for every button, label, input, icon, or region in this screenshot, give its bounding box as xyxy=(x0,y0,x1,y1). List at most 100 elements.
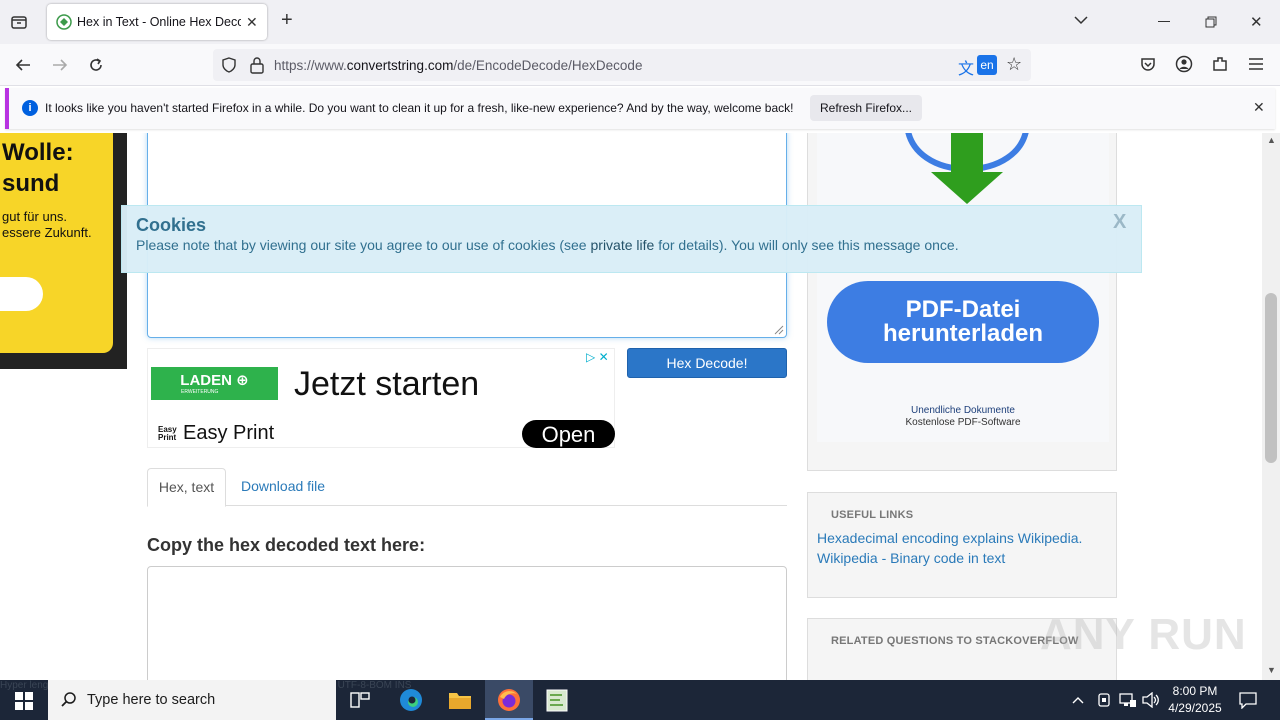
site-favicon-icon xyxy=(56,14,72,30)
pdf-button-line1: PDF-Datei xyxy=(905,296,1021,323)
file-explorer-icon[interactable] xyxy=(448,689,472,716)
ad-headline: Jetzt starten xyxy=(294,365,480,403)
left-ad-panel: Wolle: sund gut für uns. essere Zukunft. xyxy=(0,133,113,353)
show-hidden-icons-chevron-icon[interactable] xyxy=(1071,693,1085,712)
url-path: /de/EncodeDecode/HexDecode xyxy=(453,58,643,73)
left-ad-text: gut für uns. essere Zukunft. xyxy=(2,209,92,241)
reload-icon[interactable] xyxy=(87,56,105,79)
clock-time: 8:00 PM xyxy=(1172,684,1218,698)
tab-hex-text[interactable]: Hex, text xyxy=(147,468,226,507)
left-ad-line4: essere Zukunft. xyxy=(2,225,92,240)
action-center-icon[interactable] xyxy=(1239,691,1257,714)
ad-open-button[interactable]: Open xyxy=(522,420,615,448)
list-tabs-chevron-icon[interactable] xyxy=(1073,12,1089,33)
cookie-text-before: Please note that by viewing our site you… xyxy=(136,237,591,253)
tab-title: Hex in Text - Online Hex Decoder xyxy=(77,15,241,29)
restore-icon[interactable] xyxy=(1205,15,1217,33)
left-ad-line3: gut für uns. xyxy=(2,209,68,224)
minimize-icon[interactable] xyxy=(1158,21,1170,22)
right-ad-container: PDF-Datei herunterladen Unendliche Dokume… xyxy=(807,133,1117,471)
hex-output-textarea[interactable] xyxy=(147,566,787,680)
ad-brand: Easy Print xyxy=(183,422,275,444)
pocket-icon[interactable] xyxy=(1139,56,1157,79)
ad-close-icon[interactable]: ✕ xyxy=(599,350,609,364)
link-binary-code-wikipedia[interactable]: Wikipedia - Binary code in text xyxy=(817,550,1005,566)
device-icon[interactable] xyxy=(1096,692,1112,713)
ad-laden-sublabel: ERWEITERUNG xyxy=(181,389,219,395)
clock-date: 4/29/2025 xyxy=(1168,701,1222,715)
firefox-icon xyxy=(497,688,521,717)
notification-close-icon[interactable]: ✕ xyxy=(1253,99,1265,116)
menu-hamburger-icon[interactable] xyxy=(1248,57,1264,76)
url-domain: convertstring.com xyxy=(346,58,454,73)
output-tabs: Hex, text Download file xyxy=(147,468,787,507)
task-view-icon[interactable] xyxy=(350,691,370,714)
scrollbar-thumb[interactable] xyxy=(1265,293,1277,463)
left-ad-headline: Wolle: sund xyxy=(2,137,74,199)
address-bar[interactable]: https://www.convertstring.com/de/EncodeD… xyxy=(213,49,1031,81)
link-hexadecimal-wikipedia[interactable]: Hexadecimal encoding explains Wikipedia. xyxy=(817,530,1082,546)
easy-print-ad[interactable]: LADEN ⊕ ERWEITERUNG Jetzt starten Easy Pr… xyxy=(147,348,615,448)
extensions-icon[interactable] xyxy=(1211,55,1229,78)
translate-icon[interactable]: 文 xyxy=(958,55,974,79)
taskbar-clock[interactable]: 8:00 PM 4/29/2025 xyxy=(1160,683,1230,717)
bookmark-star-icon[interactable]: ☆ xyxy=(1006,54,1022,75)
cookie-text-after: for details). You will only see this mes… xyxy=(654,237,959,253)
firefox-taskbar-button[interactable] xyxy=(485,680,533,720)
edge-icon[interactable] xyxy=(399,688,423,717)
url-text[interactable]: https://www.convertstring.com/de/EncodeD… xyxy=(274,58,642,73)
taskbar-search-box[interactable]: Type here to search xyxy=(48,680,336,720)
window-close-icon[interactable]: ✕ xyxy=(1250,13,1263,31)
scroll-down-icon[interactable]: ▼ xyxy=(1267,665,1276,675)
cookie-title: Cookies xyxy=(136,215,207,235)
pdf-button-line2: herunterladen xyxy=(882,320,1044,347)
left-ad-button[interactable] xyxy=(0,277,43,311)
back-icon[interactable] xyxy=(14,56,32,79)
tab-download-file[interactable]: Download file xyxy=(241,468,325,506)
cookie-close-button[interactable]: X xyxy=(1113,211,1126,234)
resize-handle-icon[interactable] xyxy=(772,322,784,340)
pdf-download-button[interactable]: PDF-Datei herunterladen xyxy=(827,281,1099,363)
left-banner-ad[interactable]: Wolle: sund gut für uns. essere Zukunft. xyxy=(0,133,127,369)
ad-laden-button[interactable]: LADEN ⊕ ERWEITERUNG xyxy=(151,367,278,400)
url-prefix: https://www. xyxy=(274,58,347,73)
new-tab-icon[interactable]: + xyxy=(281,9,293,32)
forward-icon[interactable] xyxy=(51,56,69,79)
easy-print-logo: Easy Print xyxy=(158,425,177,442)
scroll-up-icon[interactable]: ▲ xyxy=(1267,135,1276,145)
volume-icon[interactable] xyxy=(1142,691,1160,713)
refresh-firefox-button[interactable]: Refresh Firefox... xyxy=(810,95,922,121)
tab-overview-icon[interactable] xyxy=(10,13,28,31)
firefox-notification-bar: i It looks like you haven't started Fire… xyxy=(5,88,1275,129)
account-icon[interactable] xyxy=(1175,55,1193,78)
hex-decode-button[interactable]: Hex Decode! xyxy=(627,348,787,378)
notepad-plus-icon[interactable] xyxy=(546,688,568,717)
tab-close-icon[interactable]: ✕ xyxy=(246,14,258,31)
taskbar-search-placeholder: Type here to search xyxy=(87,692,216,708)
pdf-sub-line1: Unendliche Dokumente xyxy=(911,405,1015,416)
cookie-banner: Cookies Please note that by viewing our … xyxy=(121,205,1142,273)
pdf-ad-subtext: Unendliche Dokumente Kostenlose PDF-Softw… xyxy=(817,405,1109,429)
private-life-link[interactable]: private life xyxy=(591,237,655,253)
pdf-download-ad[interactable]: PDF-Datei herunterladen Unendliche Dokume… xyxy=(817,133,1109,442)
pdf-sub-line2: Kostenlose PDF-Software xyxy=(905,417,1021,428)
search-icon xyxy=(60,691,78,714)
tracking-shield-icon[interactable] xyxy=(221,57,237,78)
anyrun-watermark: ANY RUN xyxy=(1040,610,1247,659)
tab-bar: Hex in Text - Online Hex Decoder ✕ + ✕ xyxy=(0,0,1280,44)
windows-start-icon[interactable] xyxy=(15,692,33,715)
page-scrollbar[interactable]: ▲ ▼ xyxy=(1262,133,1280,680)
translate-language-badge[interactable]: en xyxy=(977,55,997,75)
cookie-message: Please note that by viewing our site you… xyxy=(136,237,959,253)
ad-laden-label: LADEN xyxy=(180,372,232,389)
left-ad-line1: Wolle: xyxy=(2,139,74,166)
useful-links-panel: USEFUL LINKS Hexadecimal encoding explai… xyxy=(807,492,1117,598)
network-icon[interactable] xyxy=(1119,692,1137,713)
download-circle-icon: ⊕ xyxy=(236,372,249,389)
adchoices-icon[interactable]: ▷ ✕ xyxy=(586,350,609,364)
lock-icon[interactable] xyxy=(249,56,265,79)
useful-links-heading: USEFUL LINKS xyxy=(831,509,914,521)
left-ad-line2: sund xyxy=(2,170,60,197)
info-icon: i xyxy=(22,100,38,116)
browser-tab-active[interactable]: Hex in Text - Online Hex Decoder ✕ xyxy=(47,4,267,40)
